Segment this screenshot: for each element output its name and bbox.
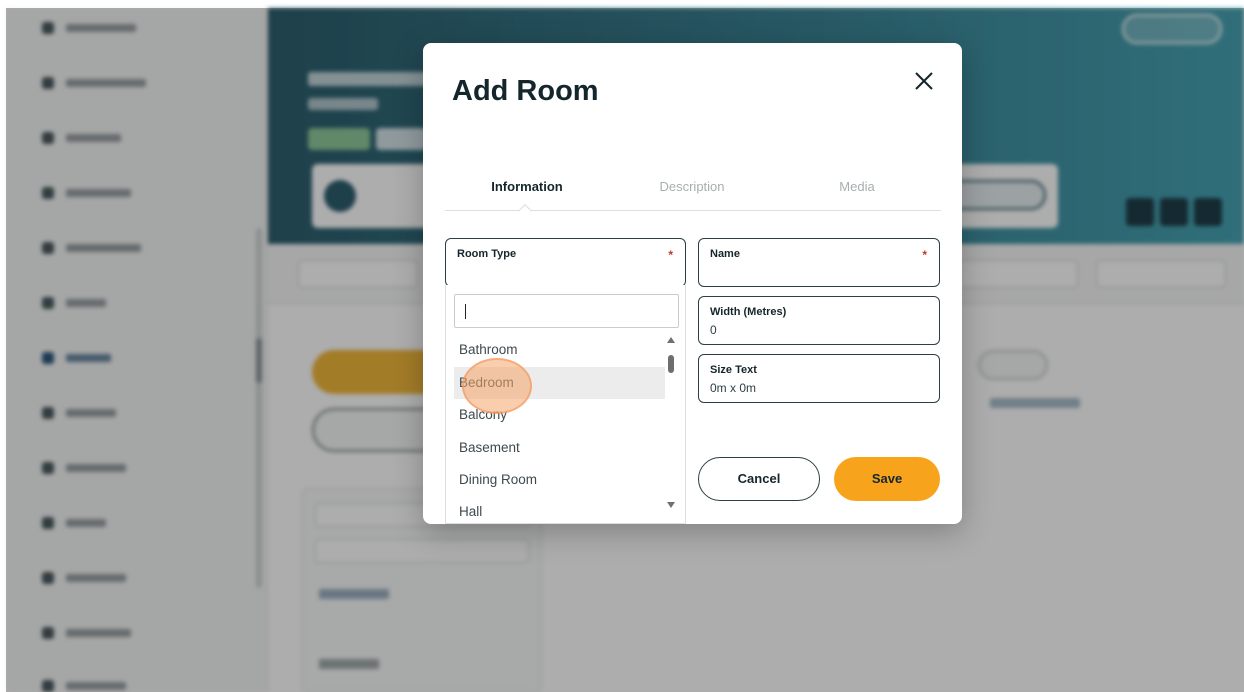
name-field[interactable]: Name * xyxy=(698,238,940,287)
modal-subtitle-blurred xyxy=(452,113,672,125)
add-room-modal: Add Room Information Description Media R… xyxy=(423,43,962,524)
text-caret xyxy=(465,304,466,319)
dropdown-option[interactable]: Hall xyxy=(454,496,665,523)
chevron-up-icon[interactable] xyxy=(667,337,675,343)
tab-information[interactable]: Information xyxy=(457,179,597,194)
active-tab-indicator xyxy=(517,203,533,219)
size-text-value: 0m x 0m xyxy=(710,381,757,395)
close-icon xyxy=(915,72,933,90)
modal-title: Add Room xyxy=(452,75,599,107)
name-label: Name xyxy=(710,248,740,260)
room-type-label: Room Type xyxy=(457,248,517,260)
tab-media[interactable]: Media xyxy=(787,179,927,194)
save-button[interactable]: Save xyxy=(834,457,940,501)
width-metres-field[interactable]: Width (Metres) 0 xyxy=(698,296,940,345)
close-button[interactable] xyxy=(909,66,939,96)
size-text-field[interactable]: Size Text 0m x 0m xyxy=(698,354,940,403)
chevron-down-icon[interactable] xyxy=(667,502,675,508)
required-mark: * xyxy=(922,248,927,262)
cancel-button[interactable]: Cancel xyxy=(698,457,820,501)
width-label: Width (Metres) xyxy=(710,306,787,318)
room-type-search-input[interactable] xyxy=(454,294,679,328)
tab-description[interactable]: Description xyxy=(622,179,762,194)
dropdown-option[interactable]: Dining Room xyxy=(454,464,665,496)
click-indicator xyxy=(462,358,532,414)
dropdown-option[interactable]: Basement xyxy=(454,432,665,464)
room-type-field[interactable]: Room Type * xyxy=(445,238,686,287)
required-mark: * xyxy=(668,248,673,262)
dropdown-scrollbar-thumb[interactable] xyxy=(668,355,674,373)
width-value: 0 xyxy=(710,323,717,337)
size-text-label: Size Text xyxy=(710,364,757,376)
